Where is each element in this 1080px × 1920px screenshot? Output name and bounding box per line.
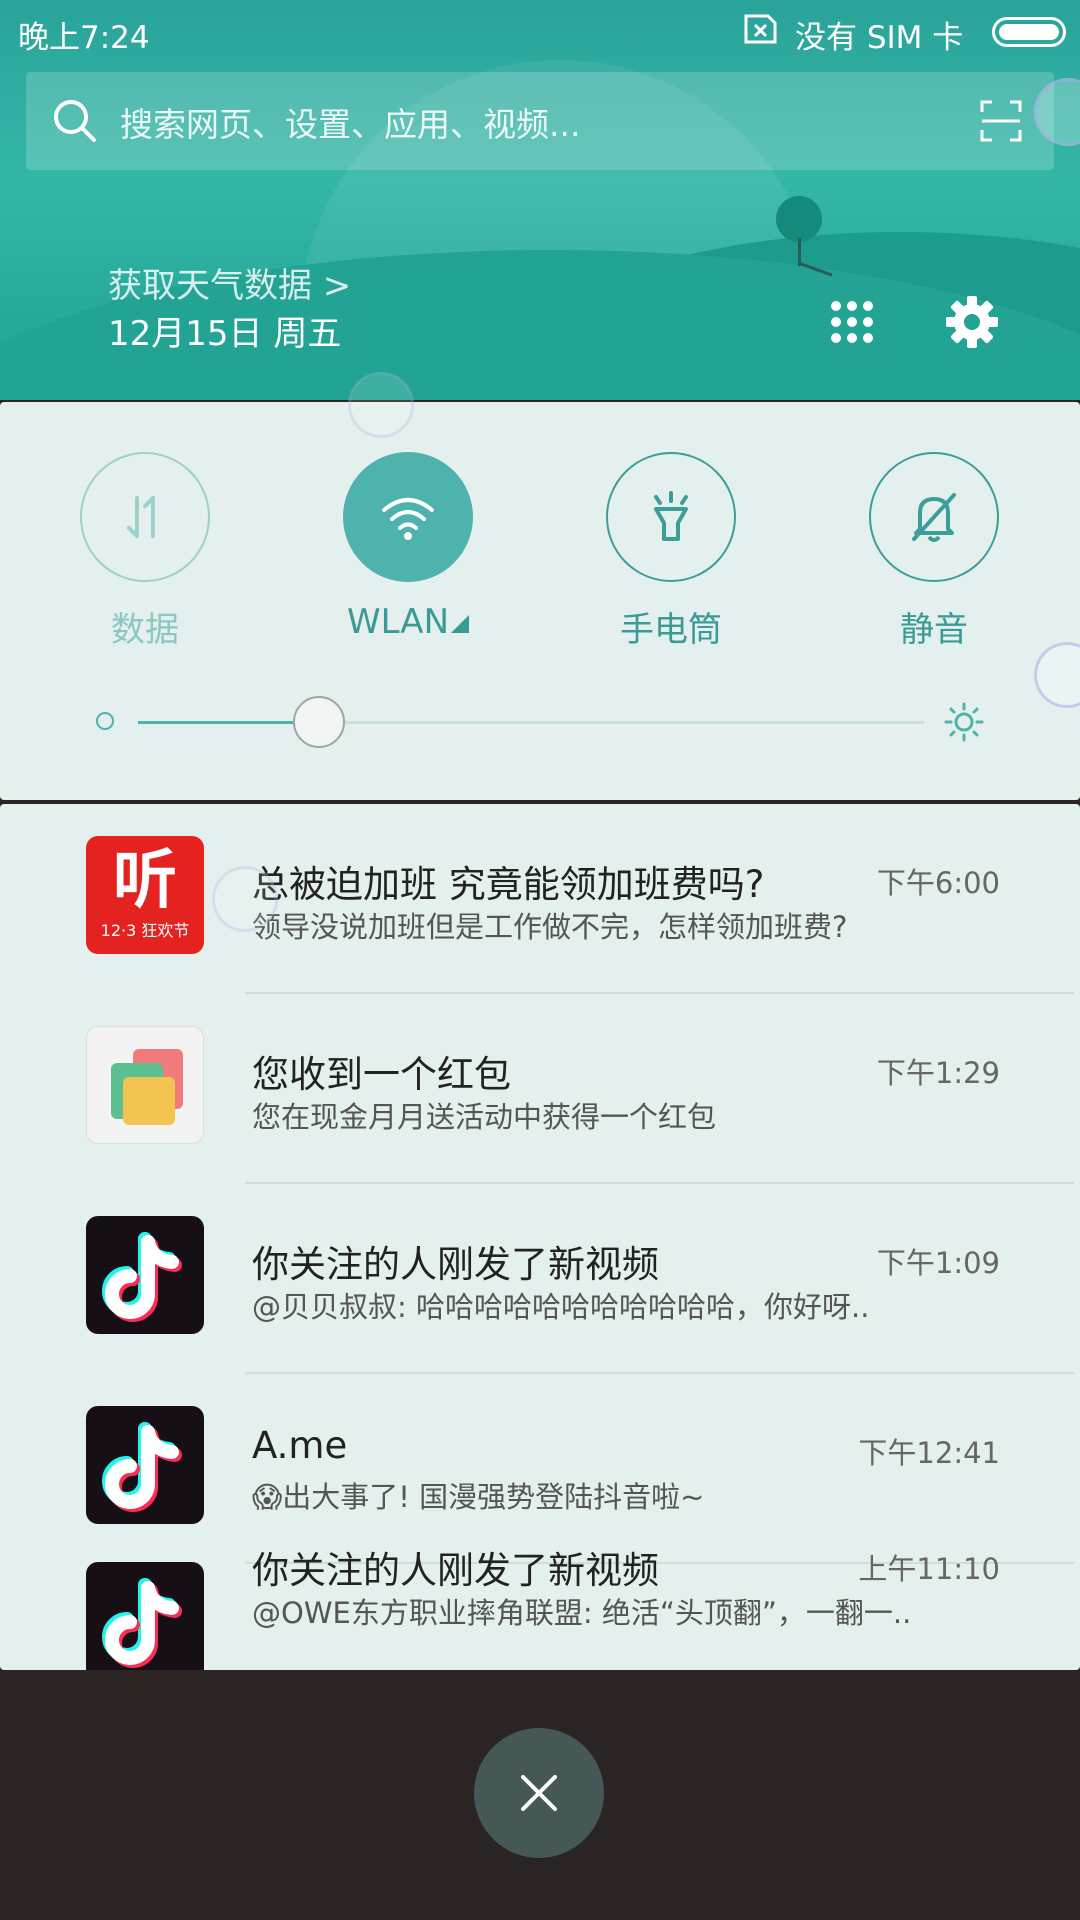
toggle-wlan[interactable]: WLAN xyxy=(343,452,473,642)
notification-list: 听 12·3 狂欢节 总被迫加班 究竟能领加班费吗? 下午6:00 领导没说加班… xyxy=(0,804,1080,1670)
no-sim-icon xyxy=(744,14,777,44)
wifi-icon xyxy=(382,498,434,540)
quick-settings-panel: 数据 WLAN 手电筒 静音 xyxy=(0,402,1080,800)
notification-item[interactable]: 你关注的人刚发了新视频 上午11:10 @OWE东方职业摔角联盟: 绝活“头顶翻… xyxy=(0,1549,1080,1670)
header-decoration xyxy=(776,196,822,242)
mute-bell-icon xyxy=(912,493,956,542)
notification-title: 总被迫加班 究竟能领加班费吗? xyxy=(252,863,765,906)
scan-icon[interactable] xyxy=(980,100,1022,142)
notification-time: 下午6:00 xyxy=(876,866,1000,900)
brightness-high-icon xyxy=(944,702,984,742)
notification-body: 领导没说加班但是工作做不完，怎样领加班费? xyxy=(252,910,848,944)
notification-title: 您收到一个红包 xyxy=(252,1053,511,1096)
date-label: 12月15日 周五 xyxy=(108,314,342,354)
notification-title: 你关注的人刚发了新视频 xyxy=(252,1243,659,1286)
toggle-circle[interactable] xyxy=(343,452,473,582)
search-bar[interactable]: 搜索网页、设置、应用、视频... xyxy=(26,72,1054,170)
slider-fill xyxy=(138,721,319,724)
toggle-label: 手电筒 xyxy=(620,610,722,650)
notification-time: 下午1:29 xyxy=(876,1056,1000,1090)
notification-time: 下午12:41 xyxy=(858,1436,1000,1470)
ting-icon-caption: 12·3 狂欢节 xyxy=(100,921,190,940)
notification-item[interactable]: 听 12·3 狂欢节 总被迫加班 究竟能领加班费吗? 下午6:00 领导没说加班… xyxy=(0,804,1080,994)
wlan-label: WLAN xyxy=(346,602,450,642)
toggle-flashlight[interactable]: 手电筒 xyxy=(606,452,736,650)
weather-link[interactable]: 获取天气数据 > xyxy=(108,258,351,307)
battery-icon xyxy=(992,17,1066,47)
notification-title: 你关注的人刚发了新视频 xyxy=(252,1549,659,1592)
touch-ripple xyxy=(348,372,414,438)
mobile-data-icon xyxy=(127,496,155,538)
apps-grid-icon[interactable] xyxy=(828,298,876,346)
brightness-slider[interactable] xyxy=(138,696,924,748)
notification-time: 下午1:09 xyxy=(876,1246,1000,1280)
notification-item[interactable]: 你关注的人刚发了新视频 下午1:09 @贝贝叔叔: 哈哈哈哈哈哈哈哈哈哈哈，你好… xyxy=(0,1184,1080,1374)
expand-triangle-icon xyxy=(451,614,470,633)
toggle-circle[interactable] xyxy=(869,452,999,582)
toggle-mobile-data[interactable]: 数据 xyxy=(80,452,210,650)
ting-app-icon: 听 12·3 狂欢节 xyxy=(86,836,204,954)
toggle-circle[interactable] xyxy=(80,452,210,582)
notification-body: 😱出大事了! 国漫强势登陆抖音啦~ xyxy=(252,1480,705,1514)
close-icon xyxy=(521,1775,557,1811)
notification-body: @OWE东方职业摔角联盟: 绝活“头顶翻”，一翻一.. xyxy=(252,1596,912,1630)
flashlight-icon xyxy=(654,491,688,541)
toggle-label: 静音 xyxy=(900,610,968,650)
red-envelope-app-icon xyxy=(86,1026,204,1144)
status-time: 晚上7:24 xyxy=(18,20,150,56)
tiktok-app-icon xyxy=(86,1406,204,1524)
notification-item[interactable]: 您收到一个红包 下午1:29 您在现金月月送活动中获得一个红包 xyxy=(0,994,1080,1184)
toggle-label: 数据 xyxy=(111,610,179,650)
status-bar: 晚上7:24 没有 SIM 卡 xyxy=(0,0,1080,60)
ting-icon-text: 听 xyxy=(113,844,177,918)
toggle-label: WLAN xyxy=(283,602,533,642)
notification-body: @贝贝叔叔: 哈哈哈哈哈哈哈哈哈哈哈，你好呀.. xyxy=(252,1290,870,1324)
notification-title: A.me xyxy=(252,1424,348,1467)
search-icon xyxy=(54,100,96,142)
sim-status: 没有 SIM 卡 xyxy=(795,20,964,56)
touch-ripple xyxy=(212,866,278,932)
tiktok-app-icon xyxy=(86,1562,204,1670)
tiktok-app-icon xyxy=(86,1216,204,1334)
slider-thumb[interactable] xyxy=(292,696,345,748)
search-placeholder: 搜索网页、设置、应用、视频... xyxy=(120,105,581,144)
notification-time: 上午11:10 xyxy=(858,1552,1000,1586)
toggle-circle[interactable] xyxy=(606,452,736,582)
notification-body: 您在现金月月送活动中获得一个红包 xyxy=(252,1100,717,1134)
toggle-mute[interactable]: 静音 xyxy=(869,452,999,650)
gear-icon[interactable] xyxy=(944,294,1000,350)
brightness-low-icon xyxy=(96,712,114,730)
close-button[interactable] xyxy=(474,1728,604,1858)
notification-shade-header: 晚上7:24 没有 SIM 卡 搜索网页、设置、应用、视频... 获取天气数据 … xyxy=(0,0,1080,400)
notification-item[interactable]: A.me 下午12:41 😱出大事了! 国漫强势登陆抖音啦~ xyxy=(0,1374,1080,1564)
